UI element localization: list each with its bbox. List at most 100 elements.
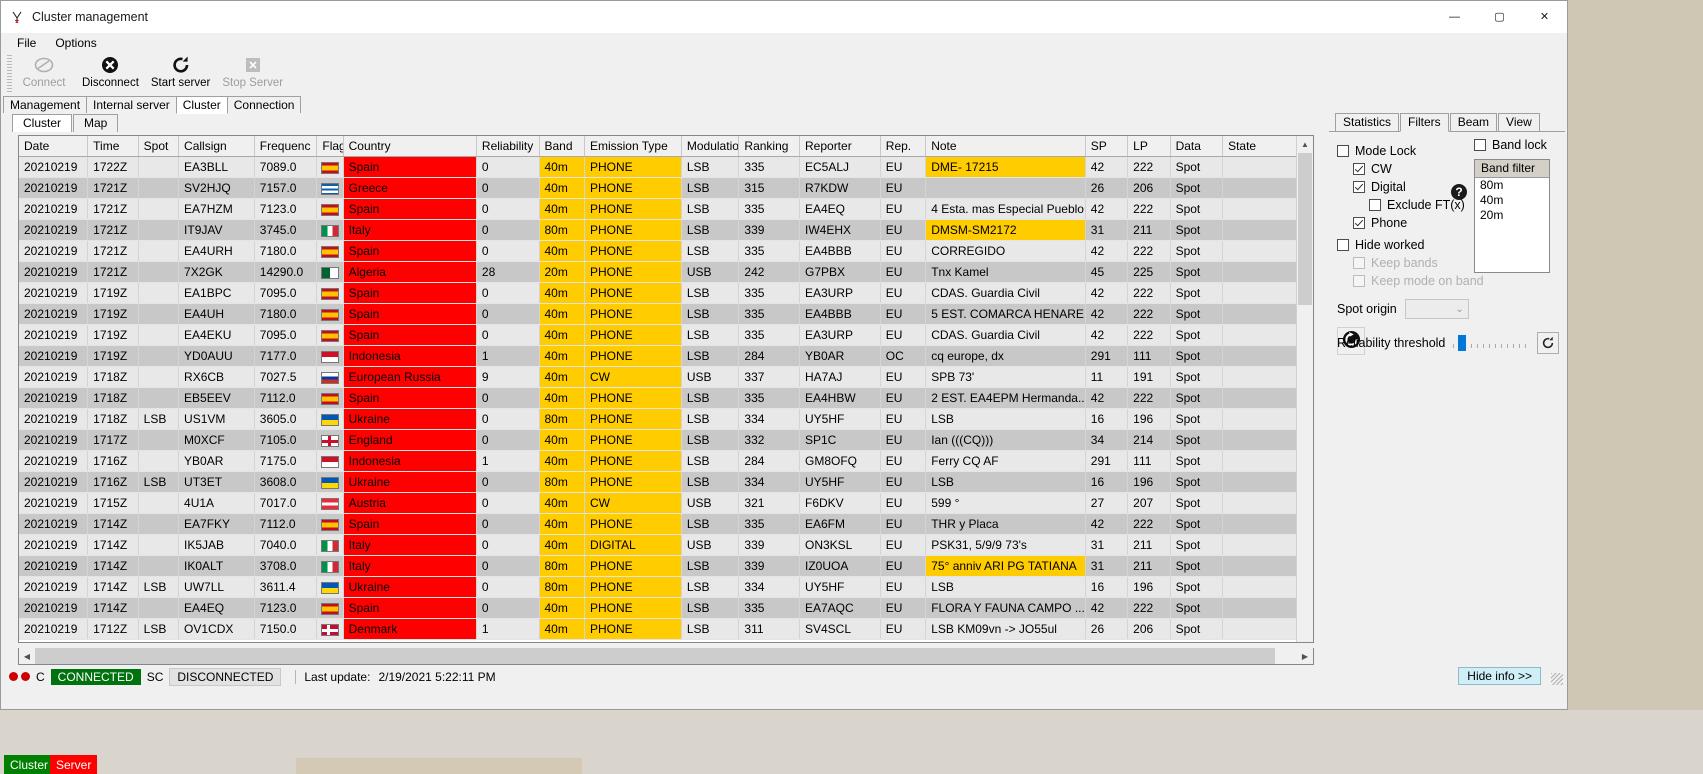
table-row[interactable]: 20210219 1716Z LSB UT3ET 3608.0 Ukraine 0 80m PH… bbox=[19, 471, 1304, 493]
column-header-spot[interactable]: Spot bbox=[138, 136, 180, 157]
column-header-rep-[interactable]: Rep. bbox=[880, 136, 927, 157]
cell-country: Spain bbox=[343, 597, 477, 619]
column-header-lp[interactable]: LP bbox=[1127, 136, 1171, 157]
tab-beam[interactable]: Beam bbox=[1449, 113, 1498, 131]
column-header-ranking[interactable]: Ranking bbox=[738, 136, 800, 157]
table-row[interactable]: 20210219 1721Z SV2HJQ 7157.0 Greece 0 40m PHONE… bbox=[19, 177, 1304, 199]
table-row[interactable]: 20210219 1721Z 7X2GK 14290.0 Algeria 28 20m PHO… bbox=[19, 261, 1304, 283]
hide-info-button[interactable]: Hide info >> bbox=[1458, 667, 1541, 685]
column-header-band[interactable]: Band bbox=[539, 136, 585, 157]
tab-connection[interactable]: Connection bbox=[226, 96, 302, 113]
table-row[interactable]: 20210219 1718Z LSB US1VM 3605.0 Ukraine 0 80m PH… bbox=[19, 408, 1304, 430]
subtab-map[interactable]: Map bbox=[73, 114, 119, 132]
table-row[interactable]: 20210219 1722Z EA3BLL 7089.0 Spain 0 40m PHONE L… bbox=[19, 156, 1304, 178]
reliability-threshold-slider[interactable] bbox=[1453, 335, 1531, 351]
taskbar-item-server[interactable]: Server bbox=[50, 755, 98, 774]
table-row[interactable]: 20210219 1717Z M0XCF 7105.0 England 0 40m PHONE… bbox=[19, 429, 1304, 451]
cell-callsign: EA4URH bbox=[178, 240, 255, 262]
table-row[interactable]: 20210219 1721Z EA7HZM 7123.0 Spain 0 40m PHONE L… bbox=[19, 198, 1304, 220]
column-header-sp[interactable]: SP bbox=[1085, 136, 1129, 157]
tab-filters[interactable]: Filters bbox=[1400, 113, 1449, 132]
column-header-modulatior[interactable]: Modulatior bbox=[681, 136, 740, 157]
mode-lock-checkbox[interactable] bbox=[1337, 144, 1349, 157]
column-header-state[interactable]: State bbox=[1222, 136, 1304, 157]
exclude-ft-checkbox[interactable] bbox=[1369, 198, 1381, 211]
stop-server-button[interactable]: Stop Server bbox=[216, 53, 289, 95]
band-lock-checkbox[interactable] bbox=[1474, 138, 1486, 151]
table-row[interactable]: 20210219 1716Z YB0AR 7175.0 Indonesia 1 40m PHO… bbox=[19, 450, 1304, 472]
taskbar-item-cluster[interactable]: Cluster bbox=[4, 755, 55, 774]
spot-origin-select[interactable]: ⌄ bbox=[1404, 299, 1469, 319]
cell-time: 1721Z bbox=[87, 240, 139, 262]
band-filter-list[interactable]: Band filter 80m 40m 20m bbox=[1474, 159, 1550, 273]
table-row[interactable]: 20210219 1721Z EA4URH 7180.0 Spain 0 40m PHONE L… bbox=[19, 240, 1304, 262]
close-button[interactable]: ✕ bbox=[1522, 1, 1567, 32]
menu-item-file[interactable]: File bbox=[9, 34, 44, 52]
table-row[interactable]: 20210219 1718Z EB5EEV 7112.0 Spain 0 40m PHONE L… bbox=[19, 387, 1304, 409]
resize-grip[interactable] bbox=[1551, 673, 1563, 685]
tab-view[interactable]: View bbox=[1498, 113, 1540, 131]
band-filter-item-20m[interactable]: 20m bbox=[1475, 208, 1549, 223]
cell-state bbox=[1222, 513, 1304, 535]
table-row[interactable]: 20210219 1714Z EA7FKY 7112.0 Spain 0 40m PHONE L… bbox=[19, 513, 1304, 535]
table-row[interactable]: 20210219 1714Z IK5JAB 7040.0 Italy 0 40m DIGITA… bbox=[19, 534, 1304, 556]
tab-cluster[interactable]: Cluster bbox=[175, 96, 228, 114]
vertical-scroll-thumb[interactable] bbox=[1298, 153, 1312, 305]
cell-emission: PHONE bbox=[584, 618, 682, 640]
horizontal-scroll-track[interactable] bbox=[35, 648, 1297, 664]
horizontal-scrollbar[interactable]: ◀ ▶ bbox=[18, 648, 1314, 665]
band-filter-item-80m[interactable]: 80m bbox=[1475, 178, 1549, 193]
column-header-reporter[interactable]: Reporter bbox=[799, 136, 881, 157]
flag-icon-ru bbox=[320, 371, 339, 384]
column-header-date[interactable]: Date bbox=[19, 136, 89, 157]
slider-knob[interactable] bbox=[1458, 335, 1467, 351]
table-row[interactable]: 20210219 1714Z LSB UW7LL 3611.4 Ukraine 0 80m PH… bbox=[19, 576, 1304, 598]
maximize-button[interactable]: ▢ bbox=[1477, 1, 1522, 32]
table-row[interactable]: 20210219 1721Z IT9JAV 3745.0 Italy 0 80m PHONE L… bbox=[19, 219, 1304, 241]
minimize-button[interactable]: — bbox=[1432, 1, 1477, 32]
table-row[interactable]: 20210219 1712Z LSB OV1CDX 7150.0 Denmark 1 40m P… bbox=[19, 618, 1304, 640]
tab-statistics[interactable]: Statistics bbox=[1335, 113, 1400, 131]
table-row[interactable]: 20210219 1719Z EA4EKU 7095.0 Spain 0 40m PHONE L… bbox=[19, 324, 1304, 346]
tab-internal-server[interactable]: Internal server bbox=[86, 96, 177, 113]
help-icon[interactable]: ? bbox=[1451, 184, 1467, 200]
column-header-data[interactable]: Data bbox=[1170, 136, 1224, 157]
subtab-cluster[interactable]: Cluster bbox=[12, 114, 73, 132]
band-filter-item-40m[interactable]: 40m bbox=[1475, 193, 1549, 208]
cell-sp: 45 bbox=[1085, 261, 1129, 283]
connect-button[interactable]: Connect bbox=[12, 53, 76, 95]
horizontal-scroll-thumb[interactable] bbox=[35, 648, 1275, 664]
table-row[interactable]: 20210219 1719Z EA1BPC 7095.0 Spain 0 40m PHONE L… bbox=[19, 282, 1304, 304]
column-header-country[interactable]: Country bbox=[343, 136, 477, 157]
column-header-frequenc[interactable]: Frequenc bbox=[254, 136, 318, 157]
table-row[interactable]: 20210219 1714Z IK0ALT 3708.0 Italy 0 80m PHONE L… bbox=[19, 555, 1304, 577]
scroll-left-arrow[interactable]: ◀ bbox=[19, 648, 35, 664]
hide-worked-checkbox[interactable] bbox=[1337, 238, 1349, 251]
column-header-callsign[interactable]: Callsign bbox=[178, 136, 255, 157]
band-lock-row[interactable]: Band lock bbox=[1474, 136, 1547, 153]
scroll-up-arrow[interactable]: ▲ bbox=[1297, 136, 1313, 152]
table-row[interactable]: 20210219 1719Z YD0AUU 7177.0 Indonesia 1 40m PH… bbox=[19, 345, 1304, 367]
phone-checkbox[interactable] bbox=[1353, 216, 1365, 229]
scroll-right-arrow[interactable]: ▶ bbox=[1297, 648, 1313, 664]
tab-management[interactable]: Management bbox=[3, 96, 88, 113]
vertical-scrollbar[interactable]: ▲ bbox=[1296, 136, 1313, 642]
cell-rep: EU bbox=[880, 387, 927, 409]
column-header-time[interactable]: Time bbox=[87, 136, 139, 157]
table-row[interactable]: 20210219 1718Z RX6CB 7027.5 European Russia 9… bbox=[19, 366, 1304, 388]
reset-threshold-button[interactable] bbox=[1537, 332, 1559, 354]
cw-checkbox[interactable] bbox=[1353, 162, 1365, 175]
column-header-emission-type[interactable]: Emission Type bbox=[584, 136, 682, 157]
table-row[interactable]: 20210219 1714Z EA4EQ 7123.0 Spain 0 40m PHONE LS… bbox=[19, 597, 1304, 619]
spot-grid[interactable]: DateTimeSpotCallsignFrequencFlagCountryR… bbox=[18, 135, 1314, 643]
start-server-button[interactable]: Start server bbox=[145, 53, 216, 95]
column-header-reliability[interactable]: Reliability bbox=[476, 136, 540, 157]
table-row[interactable]: 20210219 1719Z EA4UH 7180.0 Spain 0 40m PHONE LS… bbox=[19, 303, 1304, 325]
column-header-note[interactable]: Note bbox=[925, 136, 1086, 157]
menu-item-options[interactable]: Options bbox=[47, 34, 104, 52]
column-header-flag[interactable]: Flag bbox=[316, 136, 344, 157]
digital-checkbox[interactable] bbox=[1353, 180, 1365, 193]
table-row[interactable]: 20210219 1715Z 4U1A 7017.0 Austria 0 40m CW USB 3… bbox=[19, 492, 1304, 514]
cell-data: Spot bbox=[1170, 387, 1224, 409]
disconnect-button[interactable]: Disconnect bbox=[76, 53, 145, 95]
